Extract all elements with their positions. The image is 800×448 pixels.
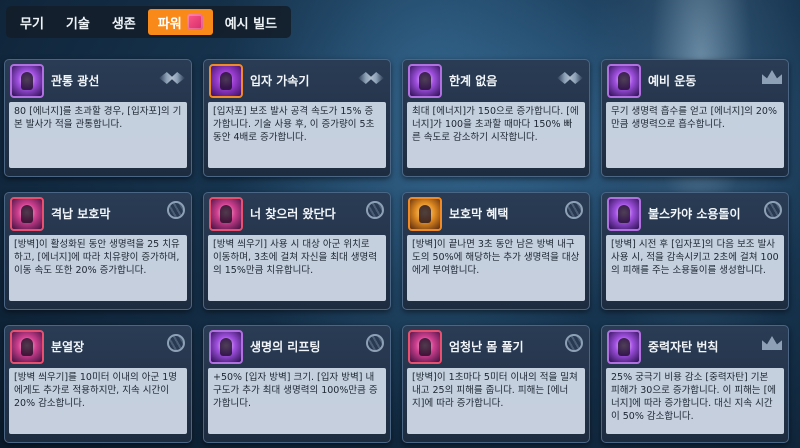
card-header: 입자 가속기: [204, 60, 390, 100]
power-card[interactable]: 엄청난 몸 풀기 [방벽]이 1초마다 5미터 이내의 적을 밀쳐내고 25의 …: [402, 325, 590, 443]
vortex-icon: [607, 197, 641, 231]
power-card-grid: 관통 광선 80 [에너지]를 초과할 경우, [입자포]의 기본 발사가 적을…: [0, 0, 800, 448]
power-card[interactable]: 예비 운동 무기 생명력 흡수를 얻고 [에너지]의 20%만큼 생명력으로 흡…: [601, 59, 789, 177]
card-title: 보호막 혜택: [449, 207, 509, 221]
hex-rank-icon: [167, 334, 185, 352]
hex-rank-icon: [366, 334, 384, 352]
hex-rank-icon: [565, 201, 583, 219]
card-description: 최대 [에너지]가 150으로 증가합니다. [에너지]가 100을 초과할 때…: [407, 102, 585, 168]
energy-icon: [607, 64, 641, 98]
crown-rank-icon: [762, 336, 782, 350]
shield-icon: [10, 197, 44, 231]
card-description: [방벽 씌우기] 사용 시 대상 아군 위치로 이동하며, 3초에 걸쳐 자신을…: [208, 235, 386, 301]
card-description: 80 [에너지]를 초과할 경우, [입자포]의 기본 발사가 적을 관통합니다…: [9, 102, 187, 168]
field-icon: [10, 330, 44, 364]
power-card[interactable]: 너 찾으러 왔단다 [방벽 씌우기] 사용 시 대상 아군 위치로 이동하며, …: [203, 192, 391, 310]
power-card[interactable]: 격납 보호막 [방벽]이 활성화된 동안 생명력을 25 치유하고, [에너지]…: [4, 192, 192, 310]
card-description: [방벽 씌우기]를 10미터 이내의 아군 1명에게도 추가로 적용하지만, 지…: [9, 368, 187, 434]
burst-icon: [408, 330, 442, 364]
power-card[interactable]: 분열장 [방벽 씌우기]를 10미터 이내의 아군 1명에게도 추가로 적용하지…: [4, 325, 192, 443]
power-card[interactable]: 생명의 리프팅 +50% [입자 방벽] 크기. [입자 방벽] 내구도가 추가…: [203, 325, 391, 443]
card-title: 너 찾으러 왔단다: [250, 207, 336, 221]
power-card[interactable]: 보호막 혜택 [방벽]이 끝나면 3초 동안 남은 방벽 내구도의 50%에 해…: [402, 192, 590, 310]
card-description: [방벽]이 활성화된 동안 생명력을 25 치유하고, [에너지]에 따라 치유…: [9, 235, 187, 301]
card-header: 너 찾으러 왔단다: [204, 193, 390, 233]
power-card[interactable]: 입자 가속기 [입자포] 보조 발사 공격 속도가 15% 증가합니다. 기술 …: [203, 59, 391, 177]
hex-rank-icon: [565, 334, 583, 352]
power-card[interactable]: 중력자탄 번칙 25% 궁극기 비용 감소 [중력자탄] 기본 피해가 30으로…: [601, 325, 789, 443]
plus-icon: [408, 197, 442, 231]
card-title: 분열장: [51, 340, 85, 354]
wing-rank-icon: [557, 72, 583, 84]
card-title: 불스카야 소용돌이: [648, 207, 741, 221]
power-card[interactable]: 한계 없음 최대 [에너지]가 150으로 증가합니다. [에너지]가 100을…: [402, 59, 590, 177]
wing-rank-icon: [159, 72, 185, 84]
card-title: 한계 없음: [449, 74, 498, 88]
card-description: [입자포] 보조 발사 공격 속도가 15% 증가합니다. 기술 사용 후, 이…: [208, 102, 386, 168]
accelerator-icon: [209, 64, 243, 98]
hex-rank-icon: [366, 201, 384, 219]
card-header: 불스카야 소용돌이: [602, 193, 788, 233]
beam-icon: [10, 64, 44, 98]
card-title: 엄청난 몸 풀기: [449, 340, 524, 354]
hex-rank-icon: [764, 201, 782, 219]
card-description: [방벽]이 1초마다 5미터 이내의 적을 밀쳐내고 25의 피해를 줍니다. …: [407, 368, 585, 434]
card-header: 격납 보호막: [5, 193, 191, 233]
card-description: [방벽]이 끝나면 3초 동안 남은 방벽 내구도의 50%에 해당하는 추가 …: [407, 235, 585, 301]
card-description: 25% 궁극기 비용 감소 [중력자탄] 기본 피해가 30으로 증가합니다. …: [606, 368, 784, 434]
card-title: 격납 보호막: [51, 207, 111, 221]
health-plus-icon: [209, 330, 243, 364]
card-description: [방벽] 시전 후 [입자포]의 다음 보조 발사 사용 시, 적을 감속시키고…: [606, 235, 784, 301]
wing-rank-icon: [358, 72, 384, 84]
card-header: 한계 없음: [403, 60, 589, 100]
card-header: 중력자탄 번칙: [602, 326, 788, 366]
card-title: 예비 운동: [648, 74, 697, 88]
card-header: 생명의 리프팅: [204, 326, 390, 366]
card-header: 분열장: [5, 326, 191, 366]
card-description: +50% [입자 방벽] 크기. [입자 방벽] 내구도가 추가 최대 생명력의…: [208, 368, 386, 434]
hex-rank-icon: [167, 201, 185, 219]
figure-icon: [209, 197, 243, 231]
card-title: 관통 광선: [51, 74, 100, 88]
graviton-icon: [607, 330, 641, 364]
card-title: 생명의 리프팅: [250, 340, 321, 354]
card-header: 엄청난 몸 풀기: [403, 326, 589, 366]
crown-rank-icon: [762, 70, 782, 84]
card-title: 중력자탄 번칙: [648, 340, 719, 354]
card-header: 예비 운동: [602, 60, 788, 100]
orb-icon: [408, 64, 442, 98]
card-header: 관통 광선: [5, 60, 191, 100]
card-header: 보호막 혜택: [403, 193, 589, 233]
card-title: 입자 가속기: [250, 74, 310, 88]
power-card[interactable]: 불스카야 소용돌이 [방벽] 시전 후 [입자포]의 다음 보조 발사 사용 시…: [601, 192, 789, 310]
card-description: 무기 생명력 흡수를 얻고 [에너지]의 20%만큼 생명력으로 흡수합니다.: [606, 102, 784, 168]
power-card[interactable]: 관통 광선 80 [에너지]를 초과할 경우, [입자포]의 기본 발사가 적을…: [4, 59, 192, 177]
